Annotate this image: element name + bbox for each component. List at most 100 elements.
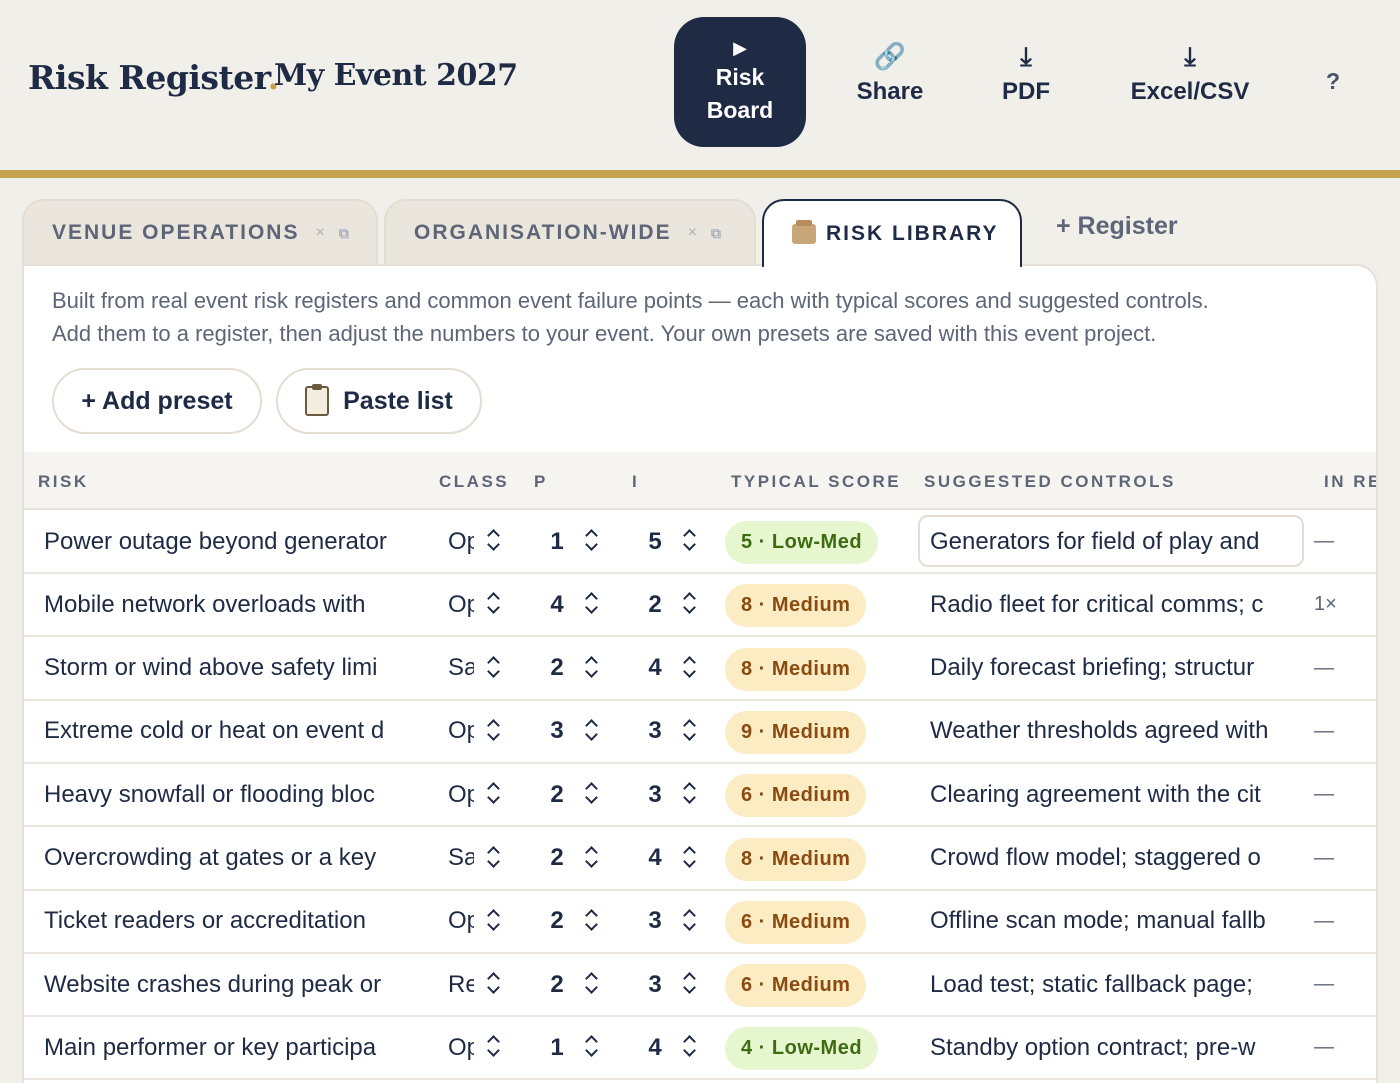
impact-value[interactable]: 4 <box>640 1017 670 1078</box>
suggested-controls-field[interactable]: Load test; static fallback page; <box>930 954 1294 1015</box>
probability-value[interactable]: 2 <box>542 764 572 825</box>
impact-stepper-icon[interactable] <box>682 842 698 874</box>
probability-stepper-icon[interactable] <box>584 778 600 810</box>
impact-value[interactable]: 5 <box>640 511 670 572</box>
class-chevron-updown-icon[interactable] <box>486 588 502 620</box>
impact-value[interactable]: 3 <box>640 954 670 1015</box>
suggested-controls-field[interactable]: Radio fleet for critical comms; c <box>930 574 1294 635</box>
suggested-controls-field[interactable]: Daily forecast briefing; structur <box>930 638 1294 699</box>
brand-logo[interactable]: Risk Register. <box>28 58 279 97</box>
table-row[interactable]: Overcrowding at gates or a key Sa 2 4 8 · Me… <box>24 828 1376 891</box>
probability-value[interactable]: 2 <box>542 828 572 889</box>
suggested-controls-field[interactable]: Weather thresholds agreed with <box>930 701 1294 762</box>
tab-risk-library[interactable]: RISK LIBRARY <box>762 199 1022 267</box>
probability-stepper-icon[interactable] <box>584 652 600 684</box>
duplicate-icon[interactable]: ⧉ <box>339 225 349 242</box>
risk-name-field[interactable]: Main performer or key participa <box>44 1017 408 1078</box>
column-header-probability[interactable]: P <box>534 472 548 492</box>
class-select[interactable]: Op <box>448 511 474 572</box>
column-header-class[interactable]: CLASS <box>439 472 509 492</box>
class-select[interactable]: Op <box>448 574 474 635</box>
tab-organisation-wide[interactable]: ORGANISATION-WIDE × ⧉ <box>384 199 756 265</box>
class-select[interactable]: Re <box>448 954 474 1015</box>
probability-value[interactable]: 4 <box>542 574 572 635</box>
probability-stepper-icon[interactable] <box>584 842 600 874</box>
excel-csv-button[interactable]: ⤓ Excel/CSV <box>1124 40 1256 106</box>
probability-stepper-icon[interactable] <box>584 588 600 620</box>
impact-value[interactable]: 4 <box>640 638 670 699</box>
event-title[interactable]: My Event 2027 <box>274 58 518 93</box>
probability-stepper-icon[interactable] <box>584 905 600 937</box>
probability-value[interactable]: 3 <box>542 701 572 762</box>
probability-value[interactable]: 1 <box>542 511 572 572</box>
paste-list-button[interactable]: Paste list <box>276 368 482 434</box>
suggested-controls-field[interactable]: Standby option contract; pre-w <box>930 1017 1294 1078</box>
class-select[interactable]: Op <box>448 891 474 952</box>
table-row[interactable]: Storm or wind above safety limi Sa 2 4 8 · M… <box>24 638 1376 701</box>
table-row[interactable]: Mobile network overloads with Op 4 2 8 · Med… <box>24 574 1376 638</box>
probability-stepper-icon[interactable] <box>584 525 600 557</box>
class-chevron-updown-icon[interactable] <box>486 525 502 557</box>
tab-venue-operations[interactable]: VENUE OPERATIONS × ⧉ <box>22 199 378 265</box>
class-chevron-updown-icon[interactable] <box>486 1031 502 1063</box>
suggested-controls-field[interactable]: Offline scan mode; manual fallb <box>930 891 1294 952</box>
impact-stepper-icon[interactable] <box>682 588 698 620</box>
share-button[interactable]: 🔗 Share <box>854 40 926 106</box>
class-chevron-updown-icon[interactable] <box>486 968 502 1000</box>
impact-value[interactable]: 4 <box>640 828 670 889</box>
duplicate-icon[interactable]: ⧉ <box>711 225 721 242</box>
class-select[interactable]: Op <box>448 701 474 762</box>
close-icon[interactable]: × <box>315 224 324 242</box>
class-chevron-updown-icon[interactable] <box>486 715 502 747</box>
class-chevron-updown-icon[interactable] <box>486 905 502 937</box>
table-row[interactable]: Heavy snowfall or flooding bloc Op 2 3 6 · M… <box>24 764 1376 828</box>
impact-value[interactable]: 3 <box>640 701 670 762</box>
impact-stepper-icon[interactable] <box>682 652 698 684</box>
column-header-impact[interactable]: I <box>632 472 639 492</box>
column-header-suggested-controls[interactable]: SUGGESTED CONTROLS <box>924 472 1176 492</box>
help-button[interactable]: ? <box>1326 68 1340 95</box>
risk-board-button[interactable]: ▶ Risk Board <box>674 17 806 147</box>
class-chevron-updown-icon[interactable] <box>486 652 502 684</box>
class-select[interactable]: Sa <box>448 638 474 699</box>
probability-stepper-icon[interactable] <box>584 1031 600 1063</box>
column-header-risk[interactable]: RISK <box>38 472 89 492</box>
impact-value[interactable]: 2 <box>640 574 670 635</box>
table-row[interactable]: Power outage beyond generator Op 1 5 5 · Low… <box>24 511 1376 574</box>
impact-value[interactable]: 3 <box>640 764 670 825</box>
impact-stepper-icon[interactable] <box>682 525 698 557</box>
table-row[interactable]: Website crashes during peak or Re 2 3 6 · Me… <box>24 954 1376 1018</box>
class-select[interactable]: Sa <box>448 828 474 889</box>
table-row[interactable]: Main performer or key participa Op 1 4 4 · L… <box>24 1017 1376 1081</box>
probability-value[interactable]: 2 <box>542 954 572 1015</box>
suggested-controls-field[interactable]: Clearing agreement with the cit <box>930 764 1294 825</box>
probability-stepper-icon[interactable] <box>584 968 600 1000</box>
close-icon[interactable]: × <box>688 224 697 242</box>
probability-value[interactable]: 1 <box>542 1017 572 1078</box>
add-register-button[interactable]: + Register <box>1056 212 1178 241</box>
probability-stepper-icon[interactable] <box>584 715 600 747</box>
impact-stepper-icon[interactable] <box>682 1031 698 1063</box>
risk-name-field[interactable]: Ticket readers or accreditation <box>44 891 408 952</box>
add-preset-button[interactable]: + Add preset <box>52 368 262 434</box>
risk-name-field[interactable]: Extreme cold or heat on event d <box>44 701 408 762</box>
risk-name-field[interactable]: Mobile network overloads with <box>44 574 408 635</box>
class-chevron-updown-icon[interactable] <box>486 778 502 810</box>
risk-name-field[interactable]: Power outage beyond generator <box>44 511 408 572</box>
risk-name-field[interactable]: Overcrowding at gates or a key <box>44 828 408 889</box>
impact-stepper-icon[interactable] <box>682 905 698 937</box>
risk-name-field[interactable]: Heavy snowfall or flooding bloc <box>44 764 408 825</box>
pdf-button[interactable]: ⤓ PDF <box>996 40 1056 106</box>
suggested-controls-field[interactable]: Crowd flow model; staggered o <box>930 828 1294 889</box>
table-row[interactable]: Ticket readers or accreditation Op 2 3 6 · M… <box>24 891 1376 954</box>
column-header-in-register[interactable]: IN RE <box>1324 472 1376 492</box>
class-chevron-updown-icon[interactable] <box>486 842 502 874</box>
probability-value[interactable]: 2 <box>542 638 572 699</box>
table-row[interactable]: Extreme cold or heat on event d Op 3 3 9 · M… <box>24 701 1376 764</box>
impact-stepper-icon[interactable] <box>682 968 698 1000</box>
class-select[interactable]: Op <box>448 1017 474 1078</box>
column-header-typical-score[interactable]: TYPICAL SCORE <box>731 472 901 492</box>
impact-stepper-icon[interactable] <box>682 778 698 810</box>
class-select[interactable]: Op <box>448 764 474 825</box>
probability-value[interactable]: 2 <box>542 891 572 952</box>
